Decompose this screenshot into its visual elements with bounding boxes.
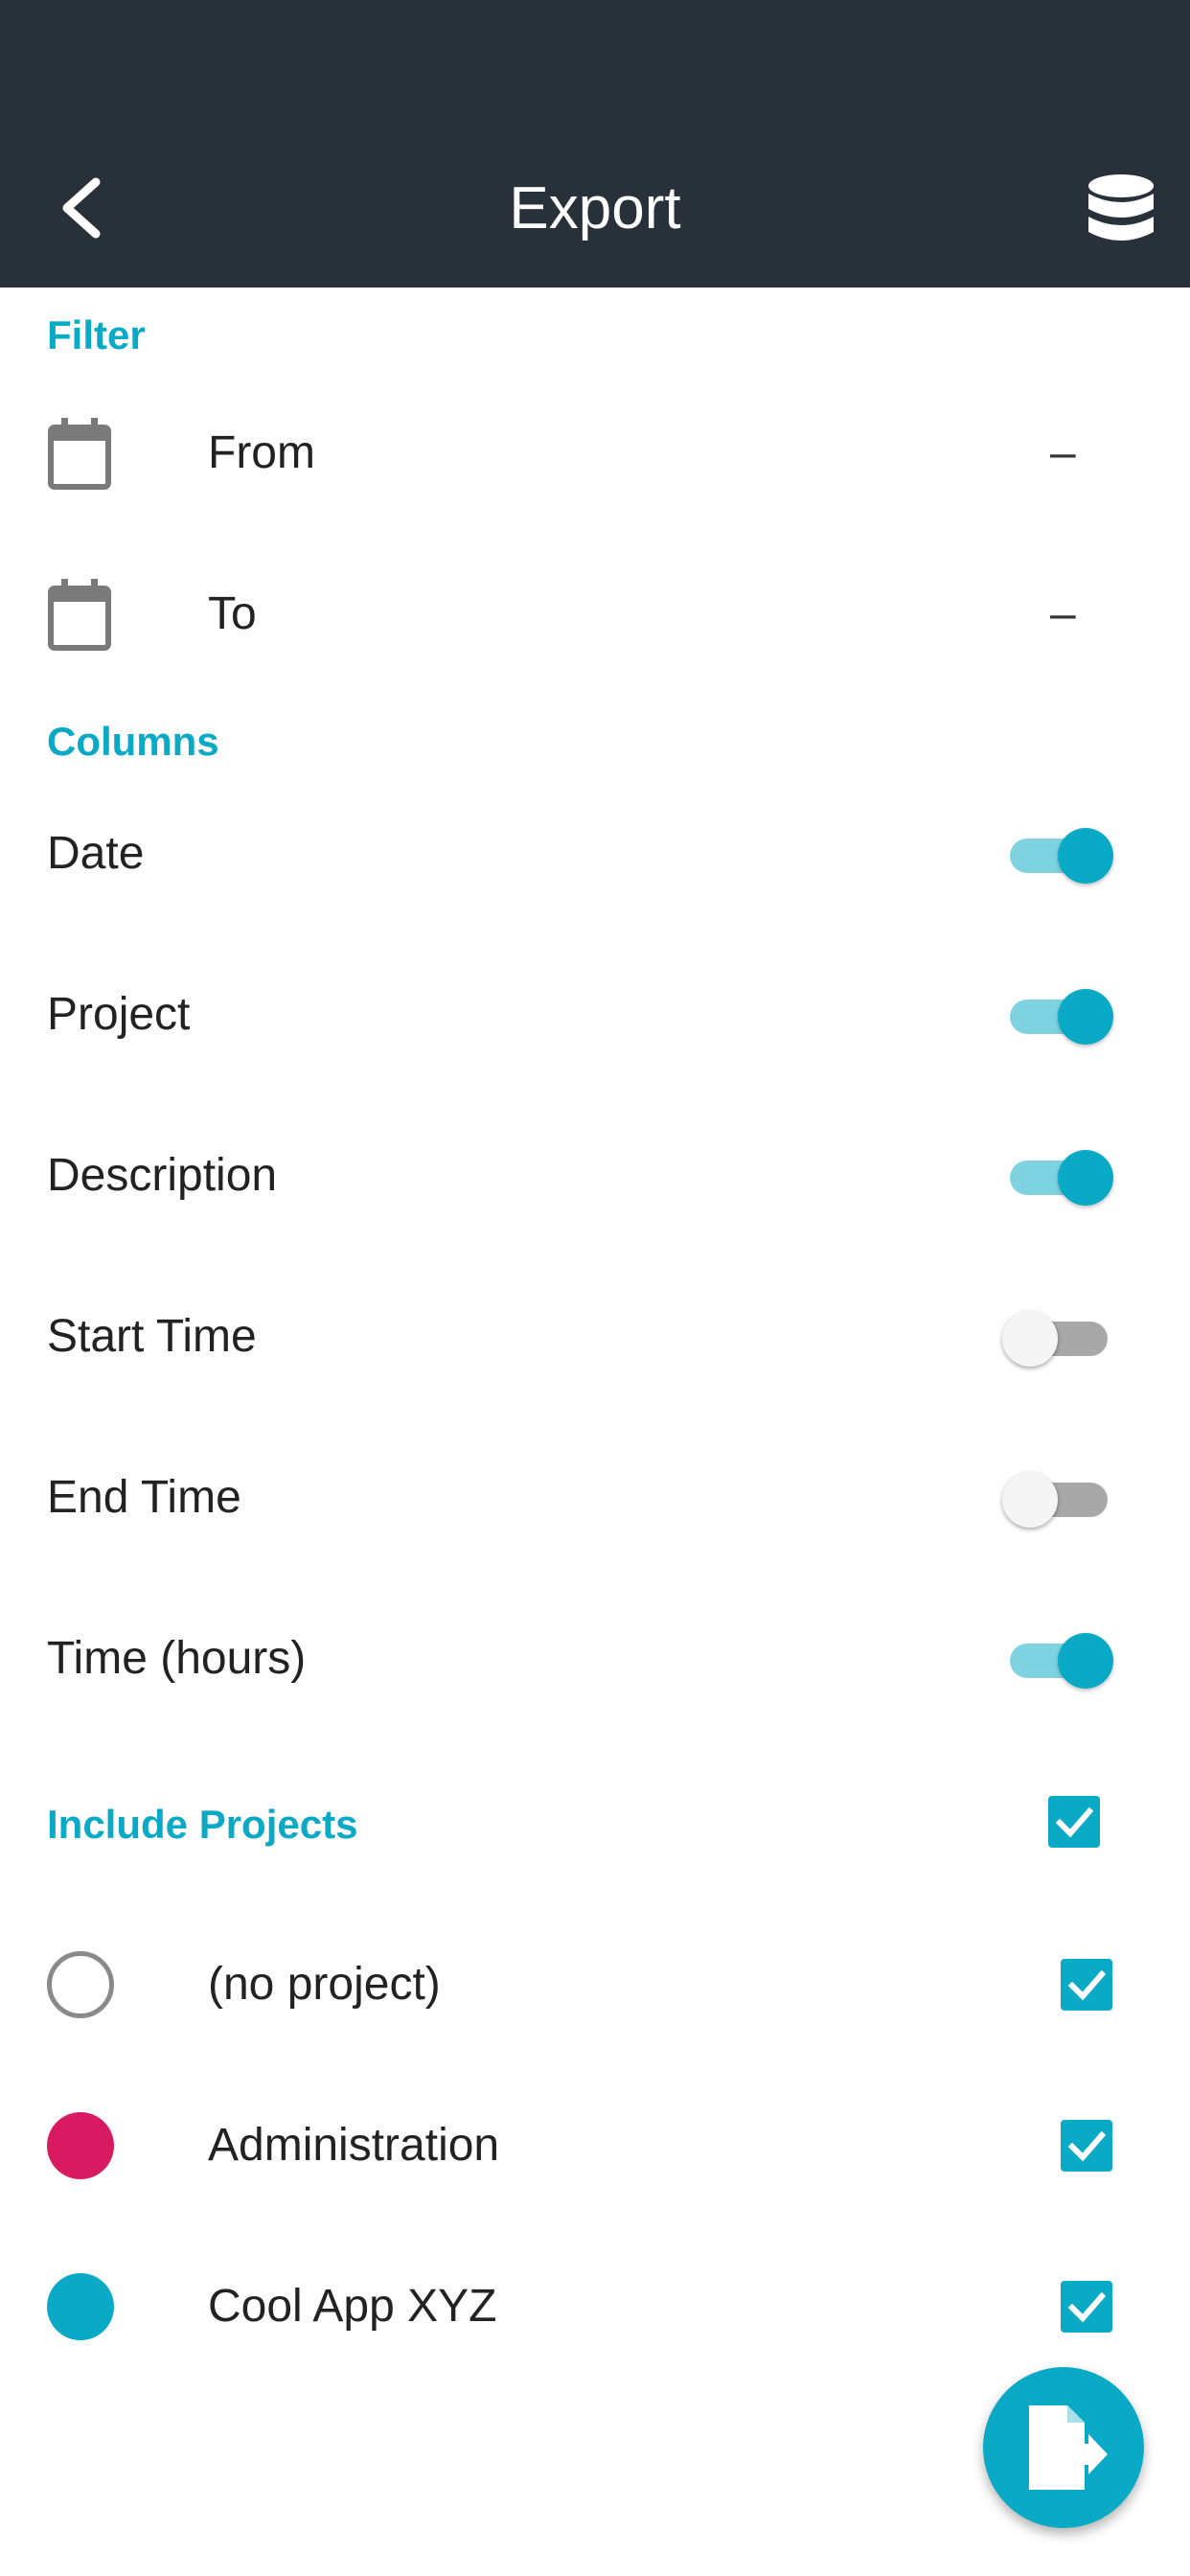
export-fab[interactable] [983, 2367, 1144, 2528]
column-toggle-switch[interactable] [996, 1300, 1121, 1376]
column-toggle-switch[interactable] [996, 816, 1121, 893]
toggle-thumb [1002, 1472, 1058, 1528]
toggle-thumb [1058, 1633, 1113, 1689]
check-icon [1067, 1969, 1107, 2001]
calendar-icon [48, 579, 111, 651]
include-all-projects-checkbox[interactable] [1048, 1796, 1100, 1848]
column-toggle-switch[interactable] [996, 1460, 1121, 1537]
column-toggle-switch[interactable] [996, 978, 1121, 1054]
section-title-filter: Filter [47, 312, 146, 357]
column-label: Start Time [47, 1311, 257, 1362]
check-icon [1055, 1806, 1094, 1838]
database-button[interactable] [1073, 165, 1169, 261]
filter-from-label: From [208, 427, 315, 478]
filter-from-value: – [1050, 427, 1076, 478]
column-label: End Time [47, 1472, 241, 1523]
project-checkbox[interactable] [1061, 1959, 1112, 2011]
section-title-columns: Columns [47, 719, 219, 764]
database-icon [1088, 174, 1154, 241]
column-toggle-switch[interactable] [996, 1138, 1121, 1215]
toggle-thumb [1002, 1311, 1058, 1367]
project-label: Administration [208, 2120, 500, 2171]
page-title: Export [509, 175, 681, 242]
project-color-dot [47, 2112, 114, 2179]
export-file-icon [1029, 2405, 1108, 2490]
project-color-dot [47, 1951, 114, 2018]
check-icon [1067, 2130, 1107, 2162]
filter-to-label: To [208, 588, 257, 639]
project-color-dot [47, 2273, 114, 2340]
toggle-thumb [1058, 828, 1113, 884]
filter-to-value: – [1050, 588, 1076, 639]
project-checkbox[interactable] [1061, 2281, 1112, 2333]
toggle-thumb [1058, 989, 1113, 1045]
column-label: Date [47, 828, 145, 879]
column-toggle-switch[interactable] [996, 1622, 1121, 1698]
check-icon [1067, 2291, 1107, 2323]
project-label: Cool App XYZ [208, 2281, 497, 2332]
column-label: Project [47, 989, 191, 1040]
column-label: Time (hours) [47, 1633, 307, 1684]
section-title-include-projects: Include Projects [47, 1802, 358, 1847]
calendar-icon [48, 418, 111, 490]
project-label: (no project) [208, 1959, 441, 2010]
project-checkbox[interactable] [1061, 2120, 1112, 2172]
toggle-thumb [1058, 1150, 1113, 1206]
column-label: Description [47, 1150, 278, 1201]
app-bar: Export [0, 0, 1190, 288]
